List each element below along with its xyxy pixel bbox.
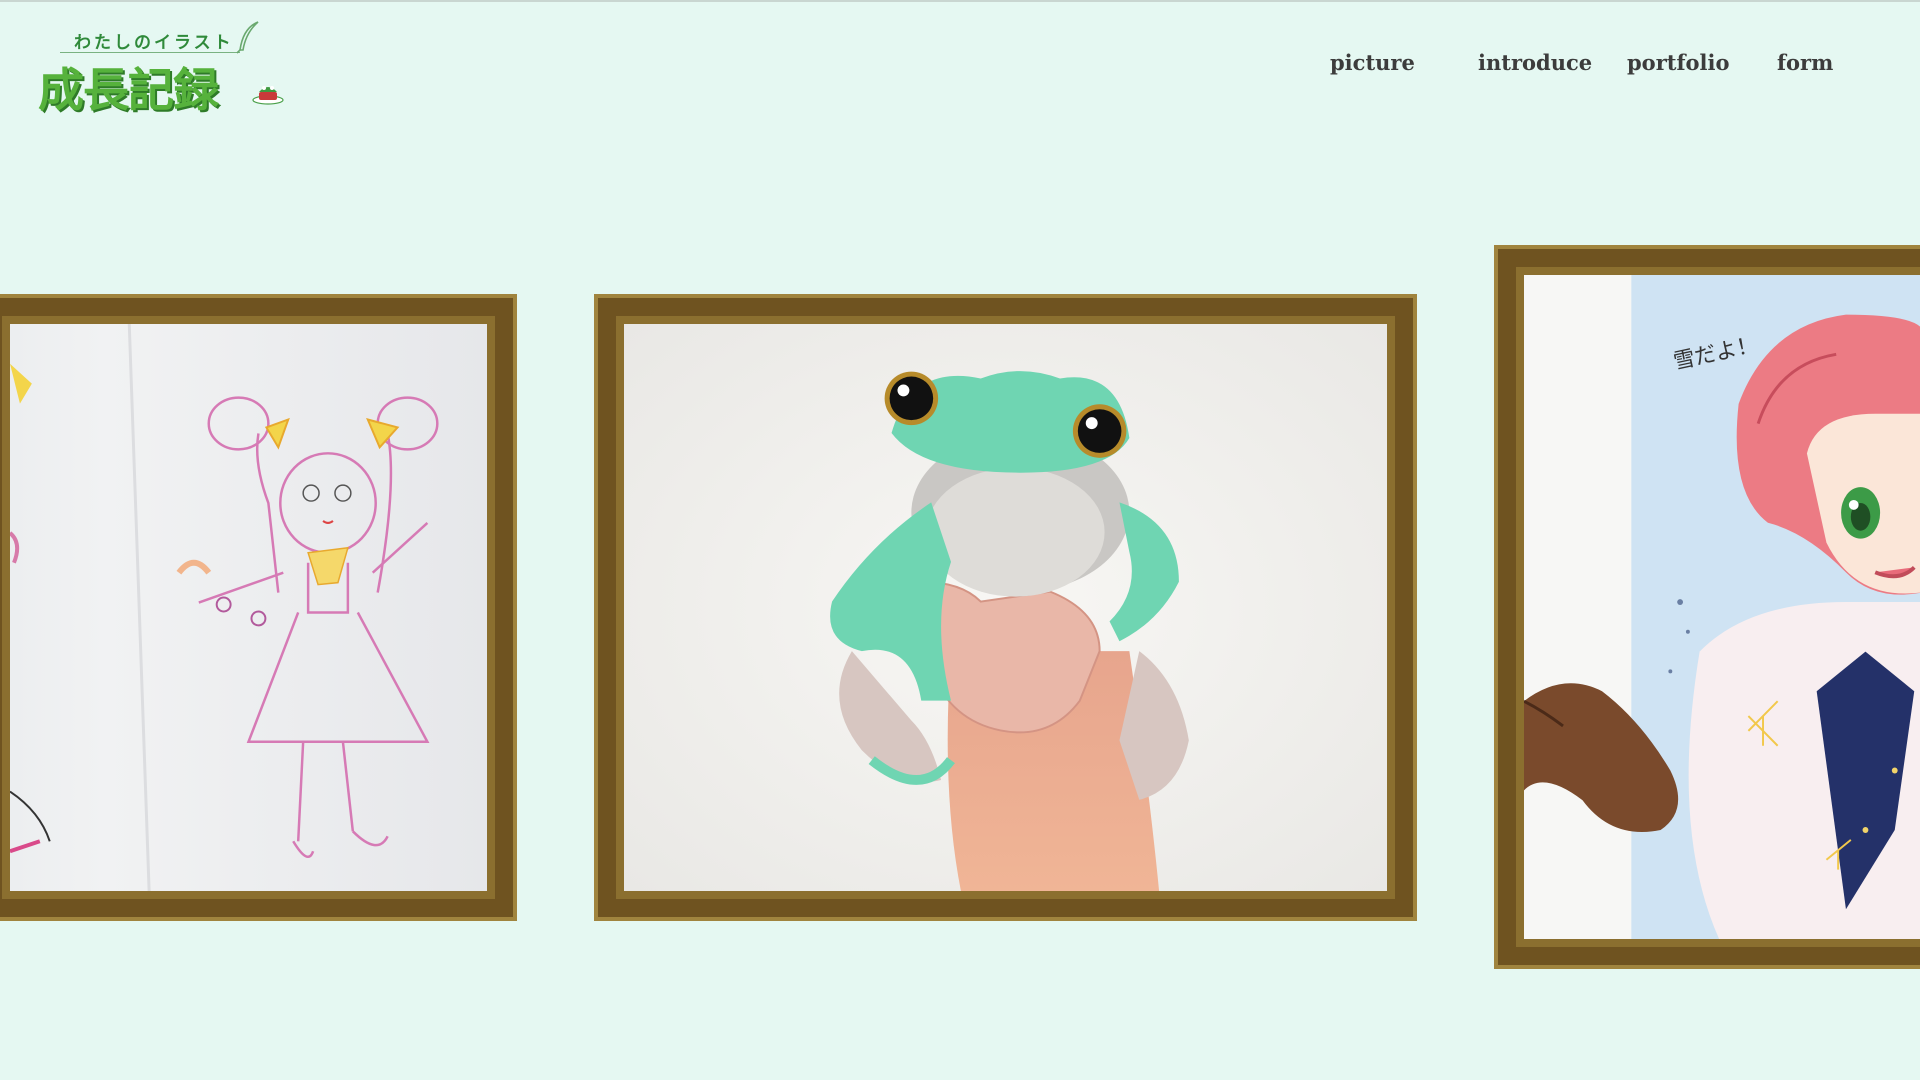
logo-title: 成長記録 — [38, 63, 219, 117]
frog-painting-image — [624, 324, 1387, 891]
logo-underline — [60, 52, 240, 53]
child-drawing-art — [10, 324, 487, 891]
child-drawing-image — [10, 324, 487, 891]
nav-picture[interactable]: picture — [1330, 50, 1415, 75]
page: わたしのイラスト 成長記録 picture introduce portfoli… — [0, 0, 1920, 1080]
frog-cake-icon — [252, 86, 284, 105]
gallery-frame-anime-girl[interactable]: 雪だよ！ — [1494, 245, 1920, 969]
main-nav: picture introduce portfolio form — [1300, 50, 1860, 80]
gallery-frame-frog[interactable] — [594, 294, 1417, 921]
nav-introduce[interactable]: introduce — [1478, 50, 1592, 75]
gallery-frame-child-drawing[interactable] — [0, 294, 517, 921]
anime-girl-art: 雪だよ！ — [1524, 275, 1920, 939]
nav-portfolio[interactable]: portfolio — [1627, 50, 1729, 75]
logo-subtitle: わたしのイラスト — [74, 33, 234, 53]
nav-form[interactable]: form — [1777, 50, 1833, 75]
top-divider — [0, 0, 1920, 2]
quill-icon — [236, 21, 259, 54]
anime-girl-image: 雪だよ！ — [1524, 275, 1920, 939]
site-logo[interactable]: わたしのイラスト 成長記録 — [38, 20, 298, 117]
frog-painting-art — [624, 324, 1387, 891]
